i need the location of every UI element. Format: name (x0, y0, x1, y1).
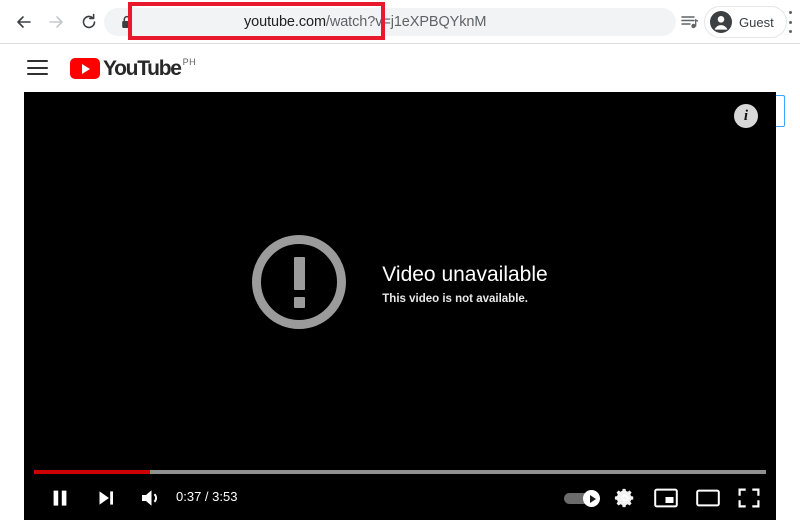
browser-toolbar: youtube.com/watch?v=j1eXPBQYknM Guest (0, 0, 800, 44)
reload-button[interactable] (75, 8, 103, 36)
youtube-play-icon (70, 58, 100, 79)
url-host: youtube.com (244, 14, 326, 30)
three-dot-menu-icon (788, 11, 792, 14)
volume-button[interactable] (136, 484, 166, 512)
time-display: 0:37 / 3:53 (176, 489, 238, 504)
youtube-header: YouTube PH SIGN IN (0, 44, 800, 127)
miniplayer-button[interactable] (652, 486, 680, 510)
gear-icon (614, 488, 634, 508)
back-arrow-icon (17, 16, 31, 28)
forward-arrow-icon (49, 16, 63, 28)
next-track-button[interactable] (92, 484, 120, 512)
url-path: /watch?v=j1eXPBQYknM (325, 14, 487, 30)
profile-chip-label: Guest (739, 14, 774, 30)
exclamation-circle-icon (252, 235, 347, 329)
address-bar-url: youtube.com/watch?v=j1eXPBQYknM (244, 14, 486, 30)
account-avatar-icon (710, 11, 732, 33)
video-player[interactable]: i Video unavailable This video is not av… (24, 92, 776, 520)
unavailable-text-block: Video unavailable This video is not avai… (382, 262, 547, 305)
autoplay-toggle-knob (583, 490, 600, 507)
guide-menu-button[interactable] (27, 60, 48, 75)
video-unavailable-message: Video unavailable This video is not avai… (24, 92, 776, 472)
settings-button[interactable] (612, 485, 638, 511)
fullscreen-icon (738, 488, 760, 508)
back-button[interactable] (10, 8, 38, 36)
next-track-icon (99, 491, 113, 505)
padlock-icon (122, 15, 132, 28)
player-controls: 0:37 / 3:53 (24, 476, 776, 520)
unavailable-title: Video unavailable (382, 262, 548, 286)
fullscreen-button[interactable] (736, 486, 762, 510)
profile-chip-guest[interactable]: Guest (704, 6, 787, 38)
playlist-queue-icon (681, 16, 699, 29)
youtube-country-code: PH (182, 57, 197, 67)
miniplayer-icon (654, 488, 678, 508)
hamburger-menu-icon (27, 60, 48, 62)
youtube-logo[interactable]: YouTube PH (70, 57, 196, 80)
pause-button[interactable] (46, 484, 74, 512)
unavailable-subtitle: This video is not available. (382, 292, 528, 305)
browser-menu-button[interactable] (784, 11, 796, 33)
theater-mode-icon (696, 489, 720, 507)
playlist-queue-button[interactable] (676, 9, 702, 35)
progress-played (34, 470, 151, 474)
progress-bar[interactable] (34, 470, 766, 474)
youtube-logo-text: YouTube (103, 57, 182, 80)
address-bar[interactable]: youtube.com/watch?v=j1eXPBQYknM (104, 8, 676, 36)
autoplay-toggle[interactable] (564, 490, 600, 507)
volume-on-icon (142, 490, 157, 506)
reload-icon (82, 13, 96, 29)
pause-icon (53, 490, 67, 506)
forward-button[interactable] (42, 8, 70, 36)
theater-mode-button[interactable] (694, 486, 722, 510)
